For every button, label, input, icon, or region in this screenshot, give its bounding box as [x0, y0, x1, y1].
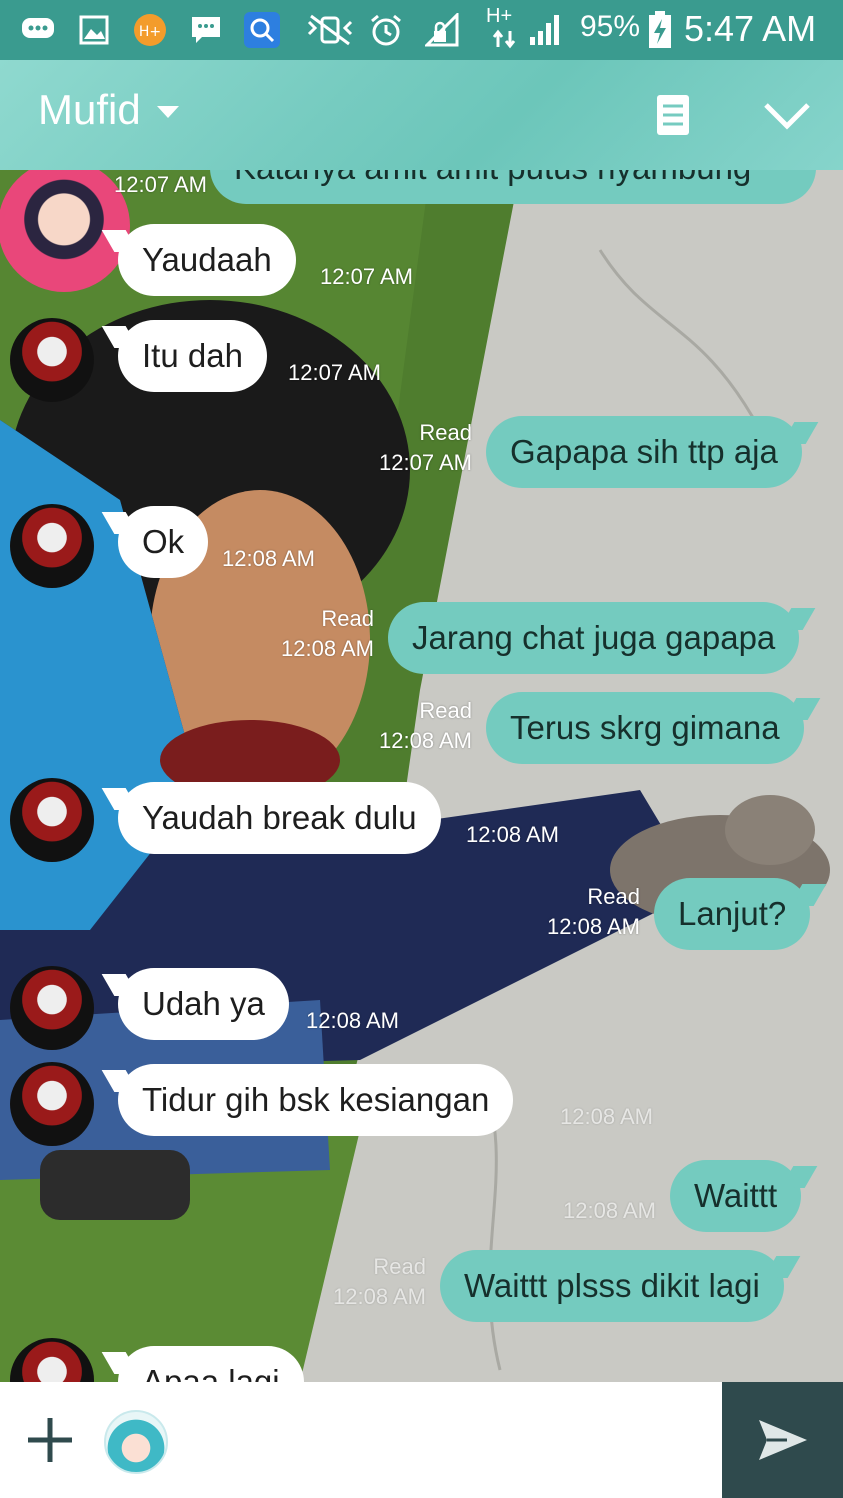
search-app-icon [244, 12, 280, 48]
send-button[interactable] [722, 1382, 843, 1498]
alarm-icon [368, 12, 404, 48]
contact-avatar[interactable] [10, 966, 94, 1050]
plus-icon[interactable] [24, 1414, 76, 1466]
dropdown-caret-icon [156, 106, 179, 118]
read-label: Read [419, 698, 472, 723]
mute-vibrate-icon [304, 12, 356, 48]
message-time: 12:08 AM [466, 822, 559, 847]
message-bubble-outgoing[interactable]: Terus skrg gimana [486, 692, 804, 764]
message-time: 12:08 AM [379, 728, 472, 753]
message-time: 12:08 AM [547, 914, 640, 939]
read-receipt: Read 12:07 AM [352, 418, 472, 478]
network-type-label: H+ [486, 5, 513, 27]
message-bubble-incoming[interactable]: Itu dah [118, 320, 267, 392]
message-input-bar [0, 1382, 843, 1498]
message-time: 12:08 AM [281, 636, 374, 661]
contact-avatar[interactable] [10, 1338, 94, 1382]
chevron-down-icon[interactable] [762, 90, 812, 140]
status-bar: H+ H+ 95% 5:47 AM [0, 0, 843, 60]
message-time: 12:08 AM [306, 1008, 399, 1033]
message-bubble-outgoing[interactable]: Katanya amit amit putus nyambung [210, 170, 816, 204]
read-label: Read [419, 420, 472, 445]
message-list[interactable]: Katanya amit amit putus nyambung 12:07 A… [0, 170, 843, 1382]
message-text: Itu dah [142, 337, 243, 374]
contact-name: Mufid [38, 86, 141, 133]
contact-avatar[interactable] [10, 1062, 94, 1146]
message-time: 12:08 AM [222, 546, 315, 571]
message-bubble-outgoing[interactable]: Waittt plsss dikit lagi [440, 1250, 784, 1322]
image-icon [76, 12, 112, 48]
contact-title[interactable]: Mufid [38, 86, 179, 134]
message-bubble-outgoing[interactable]: Jarang chat juga gapapa [388, 602, 800, 674]
read-label: Read [373, 1254, 426, 1279]
read-receipt: Read 12:08 AM [352, 696, 472, 756]
message-text: Yaudaah [142, 241, 272, 278]
message-time: 12:07 AM [320, 264, 413, 289]
message-bubble-incoming[interactable]: Yaudaah [118, 224, 296, 296]
message-input[interactable] [180, 1402, 704, 1480]
contact-avatar[interactable] [10, 318, 94, 402]
hike-icon: H+ [132, 12, 168, 48]
message-time: 12:07 AM [379, 450, 472, 475]
signal-icon [528, 12, 564, 48]
notes-icon[interactable] [648, 90, 698, 140]
message-text: Ok [142, 523, 185, 560]
read-receipt: Read 12:08 AM [520, 882, 640, 942]
message-text: Jarang chat juga gapapa [412, 619, 776, 656]
message-bubble-incoming[interactable]: Tidur gih bsk kesiangan [118, 1064, 514, 1136]
message-text: Yaudah break dulu [142, 799, 417, 836]
message-text: Gapapa sih ttp aja [510, 433, 778, 470]
message-time: 12:08 AM [333, 1284, 426, 1309]
data-arrows-icon [486, 28, 522, 50]
lock-signal-icon [424, 12, 460, 48]
message-text: Terus skrg gimana [510, 709, 780, 746]
message-bubble-outgoing[interactable]: Lanjut? [654, 878, 811, 950]
message-text: Udah ya [142, 985, 265, 1022]
message-text: Lanjut? [678, 895, 787, 932]
battery-percent: 95% [580, 10, 641, 43]
read-receipt: Read 12:08 AM [254, 604, 374, 664]
chat-header: Mufid [0, 60, 843, 170]
message-bubble-incoming[interactable]: Apaa lagi [118, 1346, 304, 1382]
message-time: 12:08 AM [560, 1104, 653, 1129]
message-text: Katanya amit amit putus nyambung [234, 170, 751, 186]
clock: 5:47 AM [684, 8, 817, 49]
messenger-icon [188, 12, 224, 48]
chat-bubble-icon [20, 12, 56, 48]
hike-badge-label: H+ [139, 24, 161, 40]
send-icon [758, 1420, 807, 1460]
message-bubble-outgoing[interactable]: Gapapa sih ttp aja [486, 416, 802, 488]
message-time: 12:07 AM [288, 360, 381, 385]
read-label: Read [587, 884, 640, 909]
battery-charging-icon [642, 11, 678, 48]
read-label: Read [321, 606, 374, 631]
message-text: Waittt plsss dikit lagi [464, 1267, 760, 1304]
message-text: Waittt [694, 1177, 778, 1214]
message-bubble-incoming[interactable]: Ok [118, 506, 209, 578]
sticker-icon[interactable] [104, 1410, 168, 1474]
message-text: Tidur gih bsk kesiangan [142, 1081, 490, 1118]
message-bubble-incoming[interactable]: Udah ya [118, 968, 289, 1040]
message-text: Apaa lagi [142, 1363, 280, 1382]
read-receipt: Read 12:08 AM [306, 1252, 426, 1312]
contact-avatar[interactable] [10, 504, 94, 588]
message-time: 12:08 AM [563, 1198, 656, 1223]
message-bubble-incoming[interactable]: Yaudah break dulu [118, 782, 441, 854]
contact-avatar[interactable] [10, 778, 94, 862]
message-bubble-outgoing[interactable]: Waittt [670, 1160, 802, 1232]
message-time: 12:07 AM [114, 172, 207, 197]
